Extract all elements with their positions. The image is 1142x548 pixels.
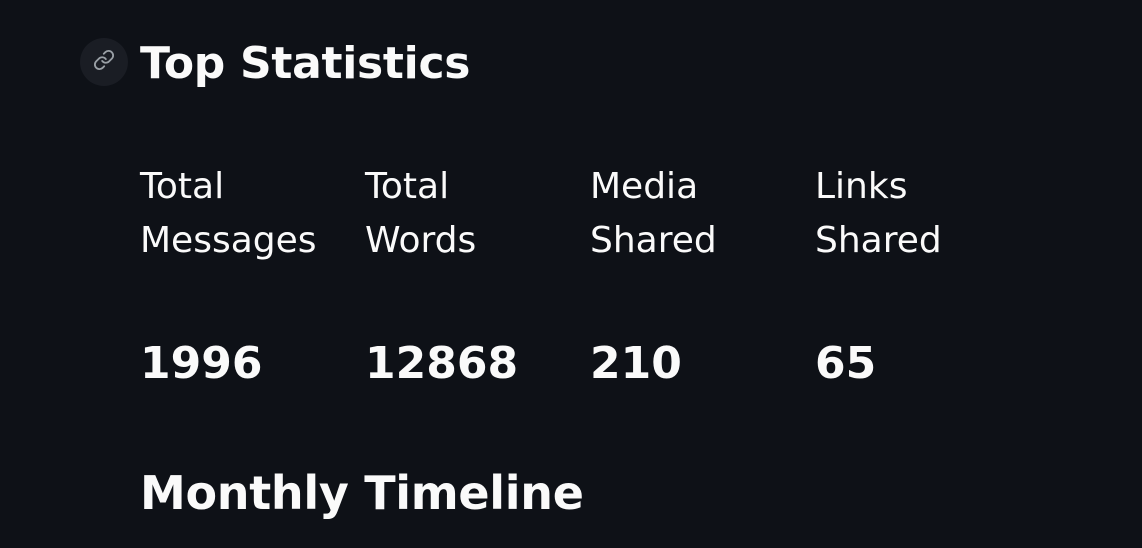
stat-total-words: Total Words 12868 (365, 160, 585, 389)
stat-value: 12868 (365, 338, 519, 389)
stat-label: Links Shared (815, 166, 942, 261)
stat-value: 65 (815, 338, 877, 389)
stat-value: 210 (590, 338, 682, 389)
anchor-link-button[interactable] (80, 38, 128, 86)
stat-label: Media Shared (590, 166, 717, 261)
top-statistics-heading: Top Statistics (140, 38, 471, 89)
link-icon (93, 49, 115, 75)
stat-media-shared: Media Shared 210 (590, 160, 810, 389)
stat-label: Total Words (365, 166, 477, 261)
stat-label: Total Messages (140, 166, 317, 261)
stat-links-shared: Links Shared 65 (815, 160, 1035, 389)
stat-total-messages: Total Messages 1996 (140, 160, 360, 389)
monthly-timeline-heading: Monthly Timeline (140, 466, 584, 520)
stat-value: 1996 (140, 338, 263, 389)
